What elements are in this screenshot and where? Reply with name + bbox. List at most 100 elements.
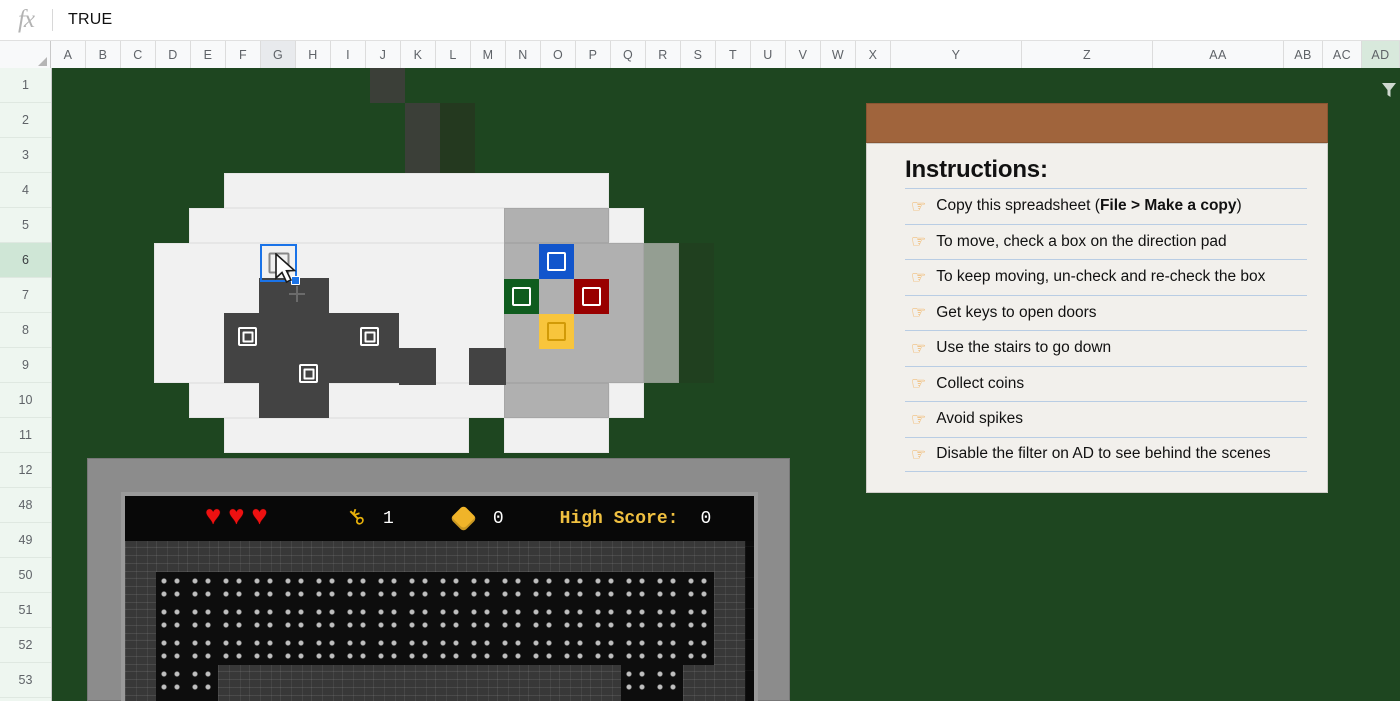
column-header-s[interactable]: S	[681, 41, 716, 68]
dpad-button-down[interactable]	[291, 356, 326, 391]
row-header-2[interactable]: 2	[0, 103, 51, 138]
select-all-corner[interactable]	[0, 41, 51, 68]
row-header-52[interactable]: 52	[0, 628, 51, 663]
high-score-value: 0	[700, 508, 712, 529]
column-header-row: A B C D E F G H I J K L M N O P Q R S T U V W X Y Z AA AB AC AD	[0, 41, 1400, 68]
dungeon-wall-tile	[497, 696, 528, 701]
map-floor	[504, 418, 609, 453]
checkbox-unchecked[interactable]	[299, 364, 318, 383]
action-button-yellow[interactable]	[539, 314, 574, 349]
instructions-body: Instructions: ☞ Copy this spreadsheet (Fi…	[866, 143, 1328, 493]
dungeon-wall-tile	[590, 665, 621, 696]
row-header-4[interactable]: 4	[0, 173, 51, 208]
column-header-f[interactable]: F	[226, 41, 261, 68]
instructions-list: ☞ Copy this spreadsheet (File > Make a co…	[905, 188, 1307, 472]
row-header-10[interactable]: 10	[0, 383, 51, 418]
instruction-text-main: To move, check a box on the direction pa…	[936, 232, 1227, 250]
column-header-n[interactable]: N	[506, 41, 541, 68]
column-header-aa[interactable]: AA	[1153, 41, 1284, 68]
dungeon-floor-tile	[373, 603, 404, 634]
game-screen: ♥ ♥ ♥ ⚷ 1 0 High Score: 0	[125, 496, 754, 701]
dungeon-floor-tile	[280, 634, 311, 665]
action-button-blue[interactable]	[539, 244, 574, 279]
column-header-ab[interactable]: AB	[1284, 41, 1323, 68]
column-header-r[interactable]: R	[646, 41, 681, 68]
pointing-hand-icon: ☞	[911, 232, 927, 252]
instruction-text-bold: File > Make a copy	[1099, 197, 1237, 215]
row-header-11[interactable]: 11	[0, 418, 51, 453]
row-header-8[interactable]: 8	[0, 313, 51, 348]
row-header-1[interactable]: 1	[0, 68, 51, 103]
instructions-title: Instructions:	[905, 156, 1048, 183]
column-header-w[interactable]: W	[821, 41, 856, 68]
map-wall	[469, 348, 506, 385]
key-icon: ⚷	[342, 504, 372, 533]
row-header-48[interactable]: 48	[0, 488, 51, 523]
checkbox-checked[interactable]	[268, 252, 289, 274]
checkbox-unchecked[interactable]	[238, 327, 257, 346]
checkbox-unchecked[interactable]	[547, 322, 566, 341]
instruction-item: ☞ Use the stairs to go down	[905, 330, 1307, 366]
row-header-3[interactable]: 3	[0, 138, 51, 173]
column-header-b[interactable]: B	[86, 41, 121, 68]
column-header-y[interactable]: Y	[891, 41, 1022, 68]
dungeon-floor-tile	[187, 696, 218, 701]
action-button-green[interactable]	[504, 279, 539, 314]
instruction-text-main: Avoid spikes	[936, 410, 1023, 428]
row-header-5[interactable]: 5	[0, 208, 51, 243]
checkbox-unchecked[interactable]	[582, 287, 601, 306]
row-header-50[interactable]: 50	[0, 558, 51, 593]
column-header-o[interactable]: O	[541, 41, 576, 68]
formula-input[interactable]: TRUE	[53, 11, 112, 29]
column-header-e[interactable]: E	[191, 41, 226, 68]
action-button-red[interactable]	[574, 279, 609, 314]
row-header-12[interactable]: 12	[0, 453, 51, 488]
row-header-6[interactable]: 6	[0, 243, 51, 278]
dungeon-floor-tile	[435, 572, 466, 603]
column-header-d[interactable]: D	[156, 41, 191, 68]
dungeon-row	[125, 541, 754, 572]
column-header-a[interactable]: A	[51, 41, 86, 68]
instruction-text-main: Copy this spreadsheet (	[936, 197, 1100, 215]
column-header-p[interactable]: P	[576, 41, 611, 68]
checkbox-unchecked[interactable]	[360, 327, 379, 346]
checkbox-unchecked[interactable]	[547, 252, 566, 271]
column-header-j[interactable]: J	[366, 41, 401, 68]
pointing-hand-icon: ☞	[911, 338, 927, 358]
instruction-item: ☞ To keep moving, un-check and re-check t…	[905, 259, 1307, 295]
column-header-k[interactable]: K	[401, 41, 436, 68]
dpad-button-left[interactable]	[230, 319, 265, 354]
filter-funnel-icon[interactable]	[1379, 80, 1399, 100]
column-header-q[interactable]: Q	[611, 41, 646, 68]
column-header-m[interactable]: M	[471, 41, 506, 68]
column-header-u[interactable]: U	[751, 41, 786, 68]
row-header-53[interactable]: 53	[0, 663, 51, 698]
dpad-button-up[interactable]	[260, 244, 300, 285]
row-header-9[interactable]: 9	[0, 348, 51, 383]
dungeon-wall-tile	[125, 696, 156, 701]
column-header-ad[interactable]: AD	[1362, 41, 1400, 68]
column-header-h[interactable]: H	[296, 41, 331, 68]
column-header-i[interactable]: I	[331, 41, 366, 68]
dungeon-wall-tile	[559, 541, 590, 572]
column-header-t[interactable]: T	[716, 41, 751, 68]
column-header-c[interactable]: C	[121, 41, 156, 68]
column-header-ac[interactable]: AC	[1323, 41, 1362, 68]
checkbox-unchecked[interactable]	[512, 287, 531, 306]
row-header-51[interactable]: 51	[0, 593, 51, 628]
dpad-button-right[interactable]	[352, 319, 387, 354]
row-header-7[interactable]: 7	[0, 278, 51, 313]
dungeon-floor-tile	[435, 603, 466, 634]
dungeon-floor-tile	[497, 572, 528, 603]
column-header-g[interactable]: G	[261, 41, 296, 68]
column-header-z[interactable]: Z	[1022, 41, 1153, 68]
dungeon-wall-tile	[311, 696, 342, 701]
selection-fill-handle[interactable]	[291, 276, 300, 285]
column-header-l[interactable]: L	[436, 41, 471, 68]
map-room	[504, 208, 609, 243]
dungeon-wall-tile	[311, 665, 342, 696]
column-header-v[interactable]: V	[786, 41, 821, 68]
row-header-49[interactable]: 49	[0, 523, 51, 558]
dungeon-floor-tile	[187, 603, 218, 634]
column-header-x[interactable]: X	[856, 41, 891, 68]
